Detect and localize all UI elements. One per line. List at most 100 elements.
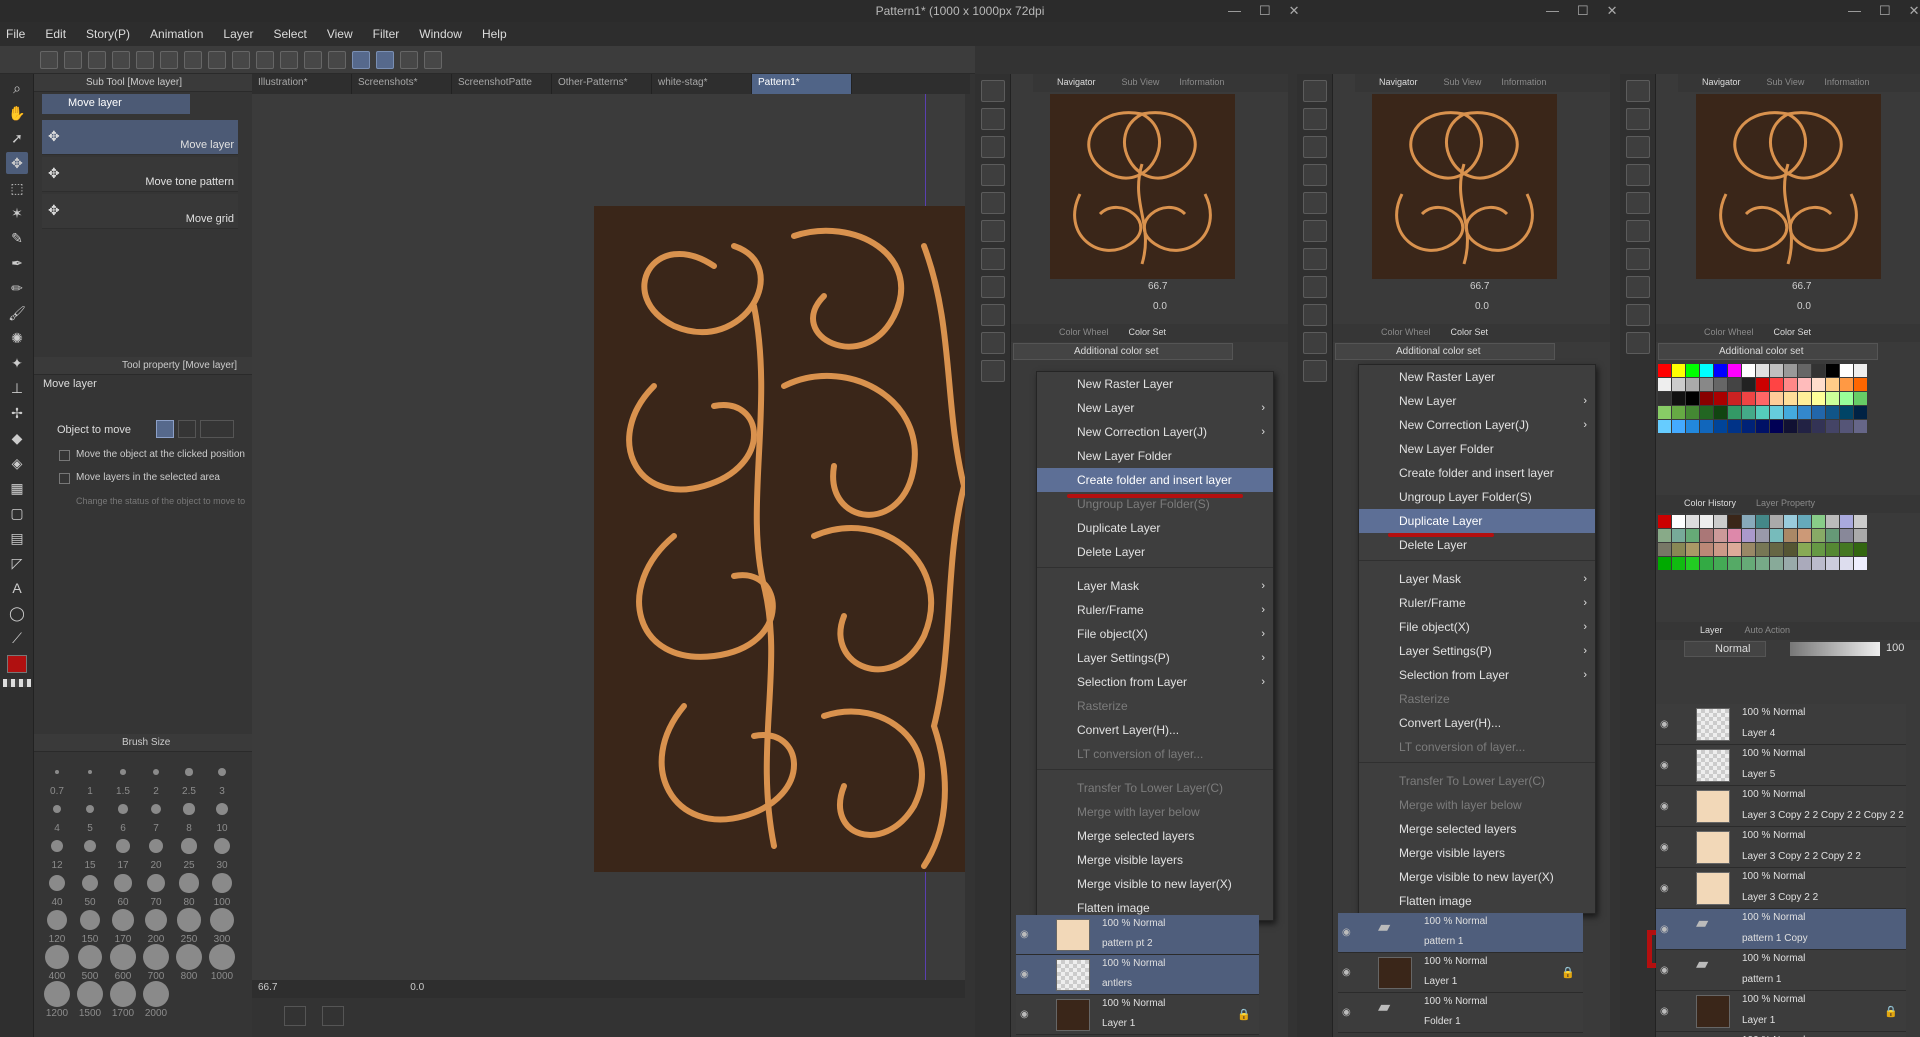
brush-size-dot[interactable] (177, 908, 201, 932)
layer-row[interactable]: ◉ ▰ 100 % Normal Folder 1 (1338, 993, 1583, 1033)
visibility-eye-icon[interactable]: ◉ (1660, 883, 1669, 894)
lock-icon[interactable]: 🔒 (1561, 966, 1575, 979)
brush-size-dot[interactable] (212, 873, 232, 893)
color-swatch[interactable] (1714, 515, 1727, 528)
material-icon[interactable] (1303, 304, 1327, 326)
material-icon[interactable] (1303, 332, 1327, 354)
brush-size-dot[interactable] (49, 875, 65, 891)
save-icon[interactable] (112, 50, 130, 69)
visibility-eye-icon[interactable]: ◉ (1020, 929, 1029, 940)
color-swatch[interactable] (1756, 529, 1769, 542)
canvas-area[interactable] (252, 94, 965, 980)
layer-name[interactable]: Layer 1 (1102, 1018, 1135, 1029)
material-icon[interactable] (1626, 304, 1650, 326)
material-icon[interactable] (1303, 192, 1327, 214)
color-swatch[interactable] (1658, 515, 1671, 528)
brush-size-dot[interactable] (110, 944, 136, 970)
open-file-icon[interactable] (88, 50, 106, 69)
color-swatch[interactable] (1812, 392, 1825, 405)
menu-item-duplicate-layer[interactable]: Duplicate Layer (1037, 516, 1273, 540)
color-swatch[interactable] (1756, 406, 1769, 419)
color-swatch[interactable] (1742, 515, 1755, 528)
hand-tool-icon[interactable]: ✋ (6, 102, 28, 124)
brush-size-dot[interactable] (143, 981, 169, 1007)
ruler-icon[interactable]: ◸ (6, 552, 28, 574)
balloon-icon[interactable]: ◯ (6, 602, 28, 624)
color-swatch[interactable] (1672, 406, 1685, 419)
stamp-icon[interactable]: ⊥ (6, 377, 28, 399)
brush-size-dot[interactable] (210, 908, 234, 932)
menu-item-ungroup-layer-folder-s[interactable]: Ungroup Layer Folder(S) (1359, 485, 1595, 509)
menu-item-duplicate-layer[interactable]: Duplicate Layer (1359, 509, 1595, 533)
lock-icon[interactable]: 🔒 (1884, 1005, 1898, 1018)
search-icon[interactable] (1303, 80, 1327, 102)
layer-name[interactable]: Folder 1 (1424, 1016, 1461, 1027)
subtool-move-layer[interactable]: ✥ Move layer (42, 120, 238, 155)
color-swatch[interactable] (1784, 420, 1797, 433)
color-swatch[interactable] (1672, 529, 1685, 542)
menu-item-new-correction-layer-j[interactable]: New Correction Layer(J) › (1037, 420, 1273, 444)
pencil-icon[interactable]: ✏ (6, 277, 28, 299)
menu-help[interactable]: Help (482, 27, 507, 41)
color-swatch[interactable] (1728, 557, 1741, 570)
color-swatch[interactable] (1728, 529, 1741, 542)
main-color-swatch[interactable] (7, 655, 27, 673)
close-icon[interactable]: ✕ (1909, 3, 1920, 19)
eyedropper-icon[interactable]: ✎ (6, 227, 28, 249)
clear-icon[interactable] (208, 50, 226, 69)
brush-size-dot[interactable] (47, 910, 67, 930)
clicked-position-checkbox[interactable] (59, 450, 70, 461)
color-swatch[interactable] (1756, 378, 1769, 391)
tab-layer-property[interactable]: Layer Property (1756, 498, 1815, 508)
color-swatch[interactable] (1798, 557, 1811, 570)
color-swatch[interactable] (1798, 378, 1811, 391)
material-icon[interactable] (1626, 276, 1650, 298)
menu-select[interactable]: Select (273, 27, 306, 41)
brush-size-dot[interactable] (214, 838, 230, 854)
brush-size-dot[interactable] (55, 770, 59, 774)
color-swatch[interactable] (1672, 557, 1685, 570)
canvas-angle-value[interactable]: 0.0 (410, 982, 424, 993)
brush-size-dot[interactable] (110, 981, 136, 1007)
color-swatch[interactable] (1686, 364, 1699, 377)
color-swatch[interactable] (1784, 557, 1797, 570)
material-icon[interactable] (1626, 220, 1650, 242)
layer-name[interactable]: Layer 3 Copy 2 2 Copy 2 2 Copy 2 2 (1742, 810, 1904, 821)
opacity-value[interactable]: 100 (1886, 642, 1904, 654)
color-swatch[interactable] (1798, 392, 1811, 405)
color-swatch[interactable] (1658, 406, 1671, 419)
color-switch-icon[interactable] (3, 679, 31, 687)
color-swatch[interactable] (1714, 392, 1727, 405)
menu-animation[interactable]: Animation (150, 27, 203, 41)
color-swatch[interactable] (1840, 406, 1853, 419)
menu-item-new-correction-layer-j[interactable]: New Correction Layer(J) › (1359, 413, 1595, 437)
color-swatch[interactable] (1798, 420, 1811, 433)
color-swatch[interactable] (1714, 543, 1727, 556)
color-swatch[interactable] (1686, 557, 1699, 570)
color-swatch[interactable] (1672, 420, 1685, 433)
color-swatch[interactable] (1798, 529, 1811, 542)
color-swatch[interactable] (1770, 557, 1783, 570)
color-swatch[interactable] (1812, 406, 1825, 419)
color-swatch[interactable] (1672, 392, 1685, 405)
hide-selection-icon[interactable] (280, 50, 298, 69)
brush-size-dot[interactable] (185, 768, 193, 776)
color-swatch[interactable] (1700, 557, 1713, 570)
layer-name[interactable]: Layer 1 (1424, 976, 1457, 987)
layer-row[interactable]: ◉ ▰ 100 % Normal pattern 1 (1656, 950, 1906, 991)
menu-item-new-raster-layer[interactable]: New Raster Layer (1037, 372, 1273, 396)
color-swatch[interactable] (1658, 557, 1671, 570)
material-icon[interactable] (981, 276, 1005, 298)
tab-pattern1[interactable]: Pattern1* (752, 74, 852, 94)
color-swatch[interactable] (1784, 543, 1797, 556)
tab-navigator[interactable]: Navigator (1379, 77, 1418, 87)
material-icon[interactable] (1303, 220, 1327, 242)
minimize-icon[interactable]: — (1546, 3, 1559, 19)
layer-row[interactable]: ◉ 100 % Normal Layer 1 🔒 (1338, 953, 1583, 993)
menu-edit[interactable]: Edit (45, 27, 66, 41)
color-swatch[interactable] (1686, 378, 1699, 391)
color-swatch[interactable] (1854, 392, 1867, 405)
canvas-settings-icon[interactable] (322, 1006, 344, 1026)
color-swatch[interactable] (1700, 515, 1713, 528)
color-swatch[interactable] (1742, 378, 1755, 391)
